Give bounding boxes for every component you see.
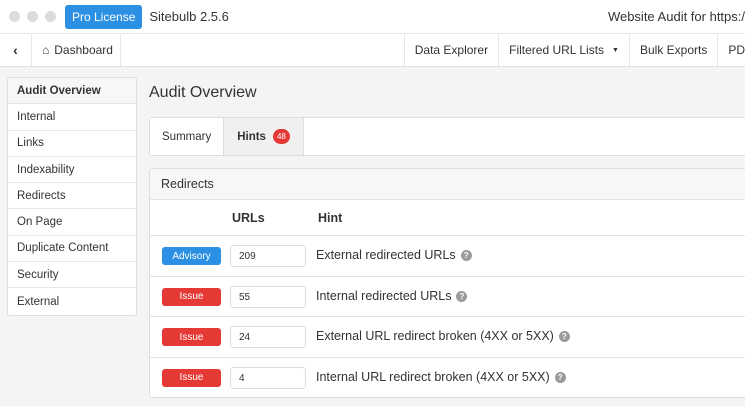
sidebar-item-links[interactable]: Links [8,131,136,157]
dashboard-label: Dashboard [54,43,113,57]
help-icon[interactable]: ? [558,331,570,342]
column-urls: URLs [232,211,265,225]
sidebar-item-security[interactable]: Security [8,262,136,289]
tab-bar: Summary Hints 48 [149,117,745,156]
hint-text-container[interactable]: Internal redirected URLs? [316,289,468,303]
sidebar-item-internal[interactable]: Internal [8,104,136,131]
sidebar-item-indexability[interactable]: Indexability [8,157,136,184]
hint-text[interactable]: External redirected URLs [316,248,456,262]
column-header: URLs Hint [150,200,745,236]
title-bar: Pro License Sitebulb 2.5.6 Website Audit… [0,0,745,33]
nav-filtered-url-lists[interactable]: Filtered URL Lists ▼ [498,34,629,66]
hint-text[interactable]: Internal redirected URLs [316,289,451,303]
url-count[interactable]: 24 [230,326,306,348]
dashboard-link[interactable]: ⌂ Dashboard [31,34,121,66]
hints-count-badge: 48 [272,129,290,144]
hint-text-container[interactable]: Internal URL redirect broken (4XX or 5XX… [316,370,566,384]
filtered-url-lists-label: Filtered URL Lists [509,43,605,57]
help-icon[interactable]: ? [460,250,472,261]
sidebar-item-external[interactable]: External [8,288,136,314]
hint-text[interactable]: External URL redirect broken (4XX or 5XX… [316,329,554,343]
caret-down-icon: ▼ [612,46,619,54]
redirects-panel: Redirects URLs Hint Advisory 209 Externa… [149,168,745,398]
help-icon[interactable]: ? [554,371,566,383]
tab-hints[interactable]: Hints 48 [224,118,304,155]
url-count[interactable]: 55 [230,285,306,308]
sidebar-item-redirects[interactable]: Redirects [8,183,136,210]
nav-pdf[interactable]: PD [717,34,745,66]
sidebar: Audit Overview Internal Links Indexabili… [7,77,137,316]
hint-type-badge[interactable]: Issue [162,287,221,306]
hint-row[interactable]: Advisory 209 External redirected URLs? [150,236,745,277]
hint-row[interactable]: Issue 24 External URL redirect broken (4… [150,317,745,358]
hint-text-container[interactable]: External URL redirect broken (4XX or 5XX… [316,329,570,343]
app-name: Sitebulb 2.5.6 [149,9,229,24]
sidebar-item-duplicate-content[interactable]: Duplicate Content [8,236,136,263]
hint-type-badge[interactable]: Issue [162,328,221,346]
url-count[interactable]: 209 [230,245,306,267]
nav-data-explorer[interactable]: Data Explorer [403,34,498,66]
hint-type-badge[interactable]: Issue [162,368,221,387]
sidebar-item-audit-overview[interactable]: Audit Overview [8,78,136,105]
hint-row[interactable]: Issue 55 Internal redirected URLs? [150,277,745,317]
hint-type-badge[interactable]: Advisory [162,247,221,265]
pro-license-button[interactable]: Pro License [65,4,143,29]
column-hint: Hint [318,211,343,225]
window-maximize-button[interactable] [45,11,56,22]
tab-summary[interactable]: Summary [150,118,225,155]
sidebar-item-on-page[interactable]: On Page [8,209,136,236]
window-minimize-button[interactable] [27,11,38,22]
back-button[interactable]: ‹ [0,34,31,66]
hint-row[interactable]: Issue 4 Internal URL redirect broken (4X… [150,358,745,399]
nav-bulk-exports[interactable]: Bulk Exports [628,34,717,66]
home-icon: ⌂ [42,43,50,57]
window-close-button[interactable] [9,11,20,22]
hints-label: Hints [237,130,266,143]
audit-title: Website Audit for https:/ [607,9,745,24]
url-count[interactable]: 4 [230,366,306,389]
hint-text-container[interactable]: External redirected URLs? [316,248,472,262]
hint-text[interactable]: Internal URL redirect broken (4XX or 5XX… [316,370,550,384]
help-icon[interactable]: ? [456,290,468,302]
nav-bar: ‹ ⌂ Dashboard Data Explorer Filtered URL… [0,33,745,67]
panel-title: Redirects [150,169,745,200]
page-title: Audit Overview [149,84,257,101]
